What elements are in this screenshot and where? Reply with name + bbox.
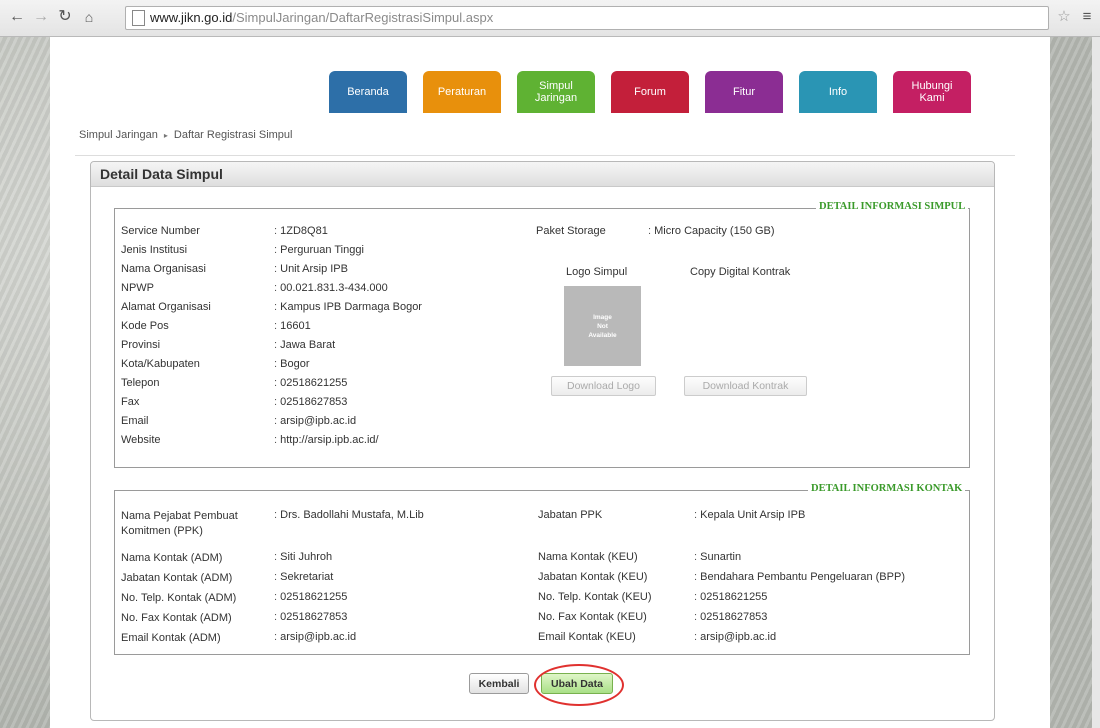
highlight-circle — [534, 664, 624, 706]
simpul-field-label: Website — [121, 434, 161, 446]
bookmark-star-icon[interactable]: ☆ — [1055, 8, 1073, 26]
copy-digital-kontrak-label: Copy Digital Kontrak — [690, 266, 791, 278]
nav-tab-5[interactable]: Info — [799, 71, 877, 113]
simpul-field-value: 16601 — [274, 320, 311, 332]
simpul-field-value: http://arsip.ipb.ac.id/ — [274, 434, 378, 446]
kembali-button[interactable]: Kembali — [469, 673, 529, 694]
logo-image-placeholder: Image Not Available — [564, 286, 641, 366]
simpul-field-value: Jawa Barat — [274, 339, 335, 351]
kontak-right-label: No. Fax Kontak (KEU) — [538, 611, 647, 623]
kontak-left-label: Nama Pejabat Pembuat Komitmen (PPK) — [121, 510, 238, 537]
simpul-field-label: NPWP — [121, 282, 154, 294]
simpul-field-label: Provinsi — [121, 339, 161, 351]
simpul-field-label: Alamat Organisasi — [121, 301, 211, 313]
nav-tab-0[interactable]: Beranda — [329, 71, 407, 113]
forward-arrow-icon[interactable]: → — [32, 8, 50, 26]
url-text: www.jikn.go.id/SimpulJaringan/DaftarRegi… — [150, 10, 494, 25]
simpul-field-label: Telepon — [121, 377, 160, 389]
kontak-left-value: arsip@ipb.ac.id — [274, 631, 356, 643]
kontak-info-legend: DETAIL INFORMASI KONTAK — [808, 483, 966, 494]
paket-storage-label: Paket Storage — [536, 225, 606, 237]
panel-title: Detail Data Simpul — [100, 166, 223, 182]
simpul-field-value: 02518621255 — [274, 377, 347, 389]
breadcrumb-separator-icon: ▸ — [163, 131, 168, 140]
reload-icon[interactable]: ↻ — [56, 8, 74, 26]
breadcrumb-link[interactable]: Simpul Jaringan — [79, 129, 158, 141]
simpul-field-label: Fax — [121, 396, 140, 408]
panel-header: Detail Data Simpul — [91, 162, 994, 187]
kontak-right-value: 02518627853 — [694, 611, 767, 623]
simpul-field-value: arsip@ipb.ac.id — [274, 415, 356, 427]
breadcrumb: Simpul Jaringan ▸ Daftar Registrasi Simpul — [79, 129, 292, 141]
page-icon — [132, 10, 145, 26]
kontak-left-value: Sekretariat — [274, 571, 333, 583]
kontak-right-value: Bendahara Pembantu Pengeluaran (BPP) — [694, 571, 905, 583]
kontak-left-label: Email Kontak (ADM) — [121, 632, 221, 644]
kontak-right-value: 02518621255 — [694, 591, 767, 603]
kontak-left-value: 02518621255 — [274, 591, 347, 603]
kontak-left-value: Drs. Badollahi Mustafa, M.Lib — [274, 509, 424, 521]
simpul-field-label: Kota/Kabupaten — [121, 358, 200, 370]
home-icon[interactable]: ⌂ — [80, 8, 98, 26]
simpul-field-value: 00.021.831.3-434.000 — [274, 282, 388, 294]
kontak-left-value: Siti Juhroh — [274, 551, 332, 563]
simpul-field-value: Kampus IPB Darmaga Bogor — [274, 301, 422, 313]
kontak-right-value: arsip@ipb.ac.id — [694, 631, 776, 643]
download-logo-button[interactable]: Download Logo — [551, 376, 656, 396]
kontak-right-label: Nama Kontak (KEU) — [538, 551, 638, 563]
nav-tab-2[interactable]: Simpul Jaringan — [517, 71, 595, 113]
paket-storage-value: Micro Capacity (150 GB) — [648, 225, 774, 237]
nav-tab-1[interactable]: Peraturan — [423, 71, 501, 113]
image-not-available-text: Image Not Available — [588, 313, 617, 339]
kontak-right-label: Email Kontak (KEU) — [538, 631, 636, 643]
kontak-right-label: Jabatan Kontak (KEU) — [538, 571, 648, 583]
logo-simpul-label: Logo Simpul — [566, 266, 628, 278]
simpul-info-box — [114, 208, 970, 468]
kontak-right-value: Kepala Unit Arsip IPB — [694, 509, 805, 521]
breadcrumb-current: Daftar Registrasi Simpul — [173, 129, 293, 141]
nav-tab-4[interactable]: Fitur — [705, 71, 783, 113]
kontak-left-label: No. Fax Kontak (ADM) — [121, 612, 232, 624]
download-kontrak-button[interactable]: Download Kontrak — [684, 376, 807, 396]
scrollbar[interactable] — [1092, 37, 1100, 728]
simpul-field-value: Bogor — [274, 358, 309, 370]
kontak-left-label: Jabatan Kontak (ADM) — [121, 572, 233, 584]
simpul-field-value: 1ZD8Q81 — [274, 225, 328, 237]
simpul-field-value: 02518627853 — [274, 396, 347, 408]
simpul-field-value: Perguruan Tinggi — [274, 244, 364, 256]
address-bar[interactable]: www.jikn.go.id/SimpulJaringan/DaftarRegi… — [125, 6, 1049, 30]
kontak-left-label: Nama Kontak (ADM) — [121, 552, 223, 564]
kontak-right-label: No. Telp. Kontak (KEU) — [538, 591, 652, 603]
divider — [75, 155, 1015, 156]
kontak-right-label: Jabatan PPK — [538, 509, 603, 521]
simpul-field-label: Nama Organisasi — [121, 263, 206, 275]
simpul-info-legend: DETAIL INFORMASI SIMPUL — [816, 201, 969, 212]
browser-toolbar: ← → ↻ ⌂ www.jikn.go.id/SimpulJaringan/Da… — [0, 0, 1100, 37]
simpul-field-label: Kode Pos — [121, 320, 169, 332]
back-arrow-icon[interactable]: ← — [8, 8, 26, 26]
simpul-field-label: Jenis Institusi — [121, 244, 188, 256]
kontak-left-label: No. Telp. Kontak (ADM) — [121, 592, 237, 604]
kontak-left-value: 02518627853 — [274, 611, 347, 623]
simpul-field-value: Unit Arsip IPB — [274, 263, 348, 275]
simpul-field-label: Email — [121, 415, 149, 427]
menu-icon[interactable]: ≡ — [1078, 8, 1096, 26]
nav-tab-3[interactable]: Forum — [611, 71, 689, 113]
nav-tab-6[interactable]: Hubungi Kami — [893, 71, 971, 113]
simpul-field-label: Service Number — [121, 225, 200, 237]
kontak-right-value: Sunartin — [694, 551, 741, 563]
